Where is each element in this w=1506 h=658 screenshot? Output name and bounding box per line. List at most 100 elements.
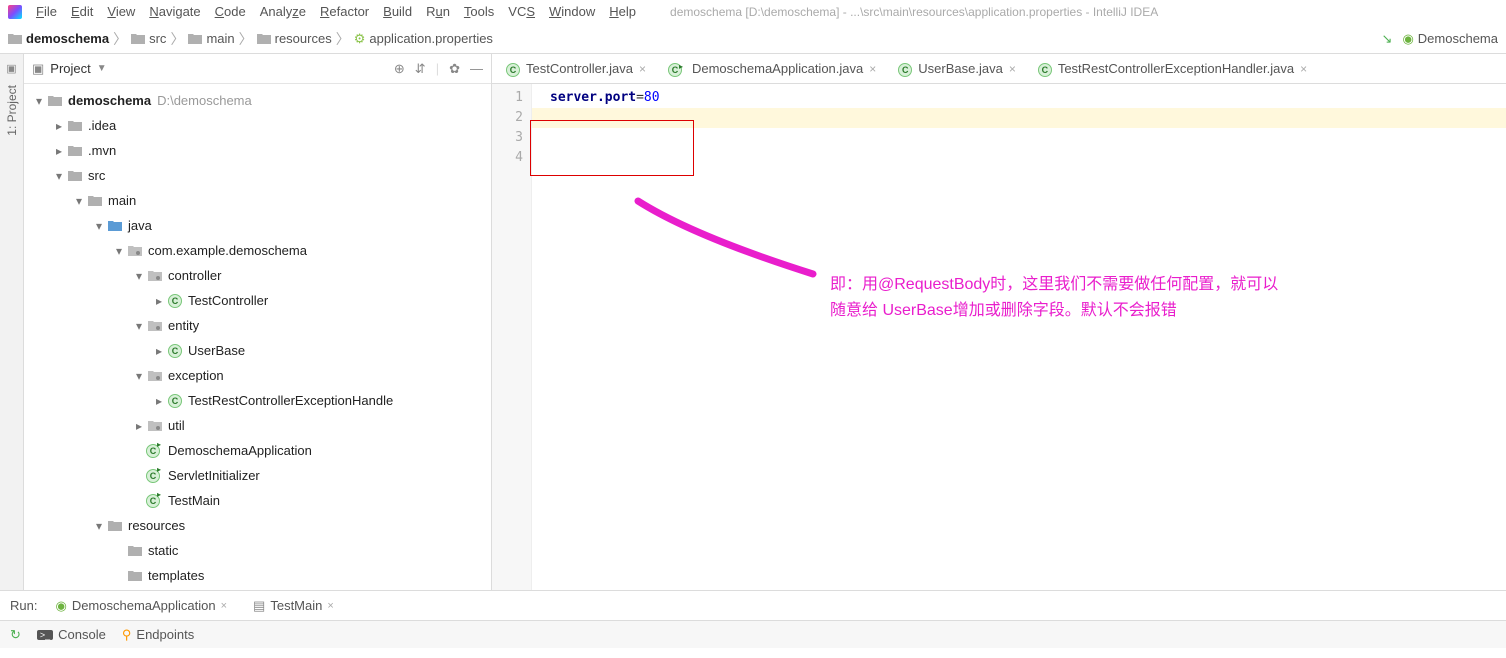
menu-vcs[interactable]: VCS [508,4,535,19]
tab-label: DemoschemaApplication.java [692,61,863,76]
tree-item-static[interactable]: static [24,538,491,563]
tree-item-label: TestMain [168,493,220,508]
tree-arrow-icon[interactable]: ▾ [132,319,146,333]
close-icon[interactable]: × [221,600,227,612]
package-icon [146,320,164,332]
build-icon[interactable]: ↘ [1382,31,1393,47]
crumb-project[interactable]: demoschema [8,31,109,46]
tree-arrow-icon[interactable]: ▸ [152,294,166,308]
project-tool-icon[interactable]: ▣ [6,62,16,75]
editor-tab-testrestcontrollerexceptionhandler-java[interactable]: CTestRestControllerExceptionHandler.java… [1028,55,1317,83]
gear-icon[interactable]: ✿ [449,61,460,77]
tree-item-testrestcontrollerexceptionhandle[interactable]: ▸CTestRestControllerExceptionHandle [24,388,491,413]
sidebar-project-label[interactable]: 1: Project [5,85,19,136]
run-tab-testmain[interactable]: ▤ TestMain × [245,598,342,614]
hide-icon[interactable]: — [470,61,483,77]
tree-item-resources[interactable]: ▾resources [24,513,491,538]
close-icon[interactable]: × [869,62,876,76]
tree-root[interactable]: ▾demoschemaD:\demoschema [24,88,491,113]
crumb-main[interactable]: main [188,31,234,46]
menu-code[interactable]: Code [215,4,246,19]
editor-tab-userbase-java[interactable]: CUserBase.java× [888,55,1026,83]
tree-item-servletinitializer[interactable]: C▸ ServletInitializer [24,463,491,488]
menu-help[interactable]: Help [609,4,636,19]
class-icon: C▸ [146,469,164,483]
tree-arrow-icon[interactable]: ▾ [52,169,66,183]
menu-run[interactable]: Run [426,4,450,19]
crumb-resources[interactable]: resources [257,31,332,46]
tree-arrow-icon[interactable]: ▾ [132,369,146,383]
breadcrumb: demoschema 〉 src 〉 main 〉 resources 〉 ⚙ … [8,29,493,49]
line-number: 3 [492,128,523,148]
editor-tab-demoschemaapplication-java[interactable]: C▸DemoschemaApplication.java× [658,55,886,83]
tree-arrow-icon[interactable]: ▸ [132,419,146,433]
folder-icon [106,220,124,232]
chevron-right-icon: 〉 [113,29,127,49]
menu-view[interactable]: View [107,4,135,19]
endpoints-icon: ⚲ [122,627,132,643]
rerun-button[interactable]: ↻ [10,627,21,643]
code-area[interactable]: server.port=80 [532,84,1506,590]
tree-arrow-icon[interactable]: ▾ [92,519,106,533]
close-icon[interactable]: × [1009,62,1016,76]
project-panel-header: ▣ Project ▼ ⊕ ⇵ | ✿ — [24,54,491,84]
editor[interactable]: 1234 server.port=80 [492,84,1506,590]
tree-item--idea[interactable]: ▸.idea [24,113,491,138]
tree-item-label: ServletInitializer [168,468,260,483]
tree-item-demoschemaapplication[interactable]: C▸DemoschemaApplication [24,438,491,463]
tree-item-util[interactable]: ▸util [24,413,491,438]
tree-item-main[interactable]: ▾ main [24,188,491,213]
tab-label: UserBase.java [918,61,1003,76]
tree-item-userbase[interactable]: ▸CUserBase [24,338,491,363]
tree-item-templates[interactable]: templates [24,563,491,588]
menu-refactor[interactable]: Refactor [320,4,369,19]
chevron-down-icon[interactable]: ▼ [97,63,107,74]
tree-item-label: static [148,543,178,558]
tree-item-com-example-demoschema[interactable]: ▾com.example.demoschema [24,238,491,263]
run-tools-bar: ↻ >_ Console ⚲ Endpoints [0,620,1506,648]
console-tab[interactable]: >_ Console [37,627,106,642]
run-config-selector[interactable]: ◉ Demoschema [1402,31,1498,47]
tree-arrow-icon[interactable]: ▾ [92,219,106,233]
line-number: 2 [492,108,523,128]
close-icon[interactable]: × [1300,62,1307,76]
menu-build[interactable]: Build [383,4,412,19]
tree-arrow-icon[interactable]: ▸ [152,344,166,358]
tree-item-testmain[interactable]: C▸TestMain [24,488,491,513]
tree-item-java[interactable]: ▾ java [24,213,491,238]
close-icon[interactable]: × [639,62,646,76]
run-tab-demoschema[interactable]: ◉ DemoschemaApplication × [47,598,235,614]
tree-item-label: java [128,218,152,233]
tree-item-controller[interactable]: ▾controller [24,263,491,288]
menu-tools[interactable]: Tools [464,4,494,19]
tree-item-label: main [108,193,136,208]
window-title-path: demoschema [D:\demoschema] - ...\src\mai… [670,5,1158,19]
endpoints-tab[interactable]: ⚲ Endpoints [122,627,194,643]
tree-item-testcontroller[interactable]: ▸CTestController [24,288,491,313]
folder-icon [126,545,144,557]
tree-item-entity[interactable]: ▾entity [24,313,491,338]
tree-item-exception[interactable]: ▾exception [24,363,491,388]
tree-item-src[interactable]: ▾src [24,163,491,188]
tree-arrow-icon[interactable]: ▸ [52,144,66,158]
crumb-file[interactable]: ⚙ application.properties [354,31,493,47]
menu-window[interactable]: Window [549,4,595,19]
tree-arrow-icon[interactable]: ▾ [112,244,126,258]
tab-label: TestRestControllerExceptionHandler.java [1058,61,1294,76]
close-icon[interactable]: × [327,600,333,612]
menu-edit[interactable]: Edit [71,4,93,19]
menu-file[interactable]: FFileile [36,4,57,19]
folder-icon [131,33,145,45]
tree-arrow-icon[interactable]: ▸ [152,394,166,408]
collapse-icon[interactable]: ⇵ [415,61,426,77]
locate-icon[interactable]: ⊕ [394,61,405,77]
crumb-src[interactable]: src [131,31,166,46]
divider: | [436,61,439,77]
tree-arrow-icon[interactable]: ▾ [132,269,146,283]
tree-arrow-icon[interactable]: ▸ [52,119,66,133]
editor-tab-testcontroller-java[interactable]: CTestController.java× [496,55,656,83]
tree-item--mvn[interactable]: ▸.mvn [24,138,491,163]
tree-arrow-icon[interactable]: ▾ [72,194,86,208]
menu-analyze[interactable]: Analyze [260,4,306,19]
menu-navigate[interactable]: Navigate [149,4,200,19]
